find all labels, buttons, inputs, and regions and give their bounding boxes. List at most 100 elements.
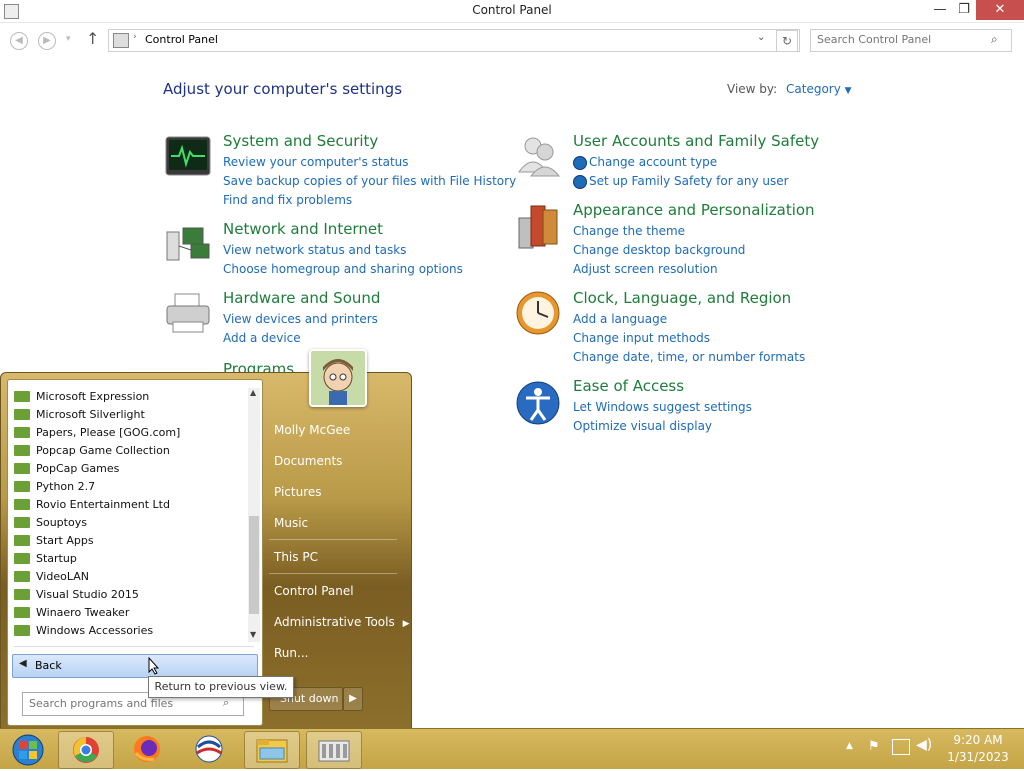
search-input[interactable] <box>811 30 993 49</box>
program-folder[interactable]: Microsoft Silverlight <box>14 406 145 424</box>
program-label: Start Apps <box>36 534 94 547</box>
category-title-network[interactable]: Network and Internet <box>223 220 383 238</box>
administrative-tools-link[interactable]: Administrative Tools ▶ <box>274 615 409 629</box>
users-icon[interactable] <box>515 134 561 178</box>
submenu-arrow-icon: ▶ <box>402 619 410 629</box>
program-folder[interactable]: Winaero Tweaker <box>14 604 129 622</box>
view-by-value: Category <box>786 82 841 96</box>
action-center-flag-icon[interactable]: ⚑ <box>868 739 880 754</box>
link-date-time-formats[interactable]: Change date, time, or number formats <box>573 350 805 364</box>
link-windows-suggest[interactable]: Let Windows suggest settings <box>573 400 752 414</box>
link-family-safety[interactable]: Set up Family Safety for any user <box>589 174 789 188</box>
clock-icon[interactable] <box>515 290 561 335</box>
back-button[interactable]: ◀ Back <box>12 654 258 678</box>
address-bar[interactable]: › Control Panel ⌄ <box>108 29 800 52</box>
link-homegroup[interactable]: Choose homegroup and sharing options <box>223 262 463 276</box>
documents-link[interactable]: Documents <box>274 454 342 468</box>
forward-arrow-icon[interactable]: ▶ <box>38 32 56 50</box>
category-title-clock[interactable]: Clock, Language, and Region <box>573 289 791 307</box>
file-explorer-taskbar-button[interactable] <box>244 731 300 769</box>
link-network-status[interactable]: View network status and tasks <box>223 243 406 257</box>
program-folder[interactable]: Python 2.7 <box>14 478 95 496</box>
clock[interactable]: 9:20 AM 1/31/2023 <box>940 733 1016 764</box>
view-by-dropdown[interactable]: Category ▼ <box>786 82 852 96</box>
link-file-history[interactable]: Save backup copies of your files with Fi… <box>223 174 516 188</box>
volume-icon[interactable]: ◀) <box>916 737 932 753</box>
firefox-taskbar-button[interactable] <box>120 731 174 767</box>
link-find-fix-problems[interactable]: Find and fix problems <box>223 193 352 207</box>
category-title-hardware[interactable]: Hardware and Sound <box>223 289 380 307</box>
link-add-language[interactable]: Add a language <box>573 312 667 326</box>
search-icon[interactable]: ⌕ <box>991 32 998 47</box>
printer-icon[interactable] <box>165 292 211 336</box>
recent-pages-icon[interactable]: ▾ <box>66 34 71 44</box>
maximize-button[interactable]: ❐ <box>952 0 976 20</box>
program-folder[interactable]: Souptoys <box>14 514 87 532</box>
pictures-link[interactable]: Pictures <box>274 485 322 499</box>
program-folder[interactable]: Windows Accessories <box>14 622 153 640</box>
start-button[interactable] <box>2 731 56 767</box>
address-dropdown-icon[interactable]: ⌄ <box>757 32 765 43</box>
system-security-icon[interactable] <box>165 136 211 180</box>
program-folder[interactable]: PopCap Games <box>14 460 119 478</box>
program-folder[interactable]: Rovio Entertainment Ltd <box>14 496 170 514</box>
program-folder[interactable]: Visual Studio 2015 <box>14 586 139 604</box>
scroll-down-arrow-icon[interactable]: ▼ <box>250 630 256 639</box>
appearance-icon[interactable] <box>515 204 561 249</box>
this-pc-link[interactable]: This PC <box>274 550 318 564</box>
link-review-status[interactable]: Review your computer's status <box>223 155 409 169</box>
program-folder[interactable]: Start Apps <box>14 532 94 550</box>
show-hidden-icons-arrow-icon[interactable]: ▲ <box>846 741 853 751</box>
start-orb-icon <box>12 734 44 766</box>
category-title-system-security[interactable]: System and Security <box>223 132 378 150</box>
shutdown-options-arrow-icon[interactable]: ▶ <box>343 687 363 711</box>
category-title-ease-of-access[interactable]: Ease of Access <box>573 377 684 395</box>
program-label: Microsoft Expression <box>36 390 150 403</box>
minimize-button[interactable]: — <box>928 0 952 20</box>
run-link[interactable]: Run... <box>274 646 308 660</box>
program-label: Souptoys <box>36 516 87 529</box>
user-name-link[interactable]: Molly McGee <box>274 423 350 437</box>
music-link[interactable]: Music <box>274 516 308 530</box>
refresh-icon[interactable]: ↻ <box>776 30 798 52</box>
breadcrumb-chevron-icon[interactable]: › <box>133 32 137 42</box>
search-icon[interactable]: ⌕ <box>223 696 229 710</box>
search-box[interactable]: ⌕ <box>810 29 1012 52</box>
folder-icon <box>14 408 30 420</box>
program-list-scrollbar[interactable]: ▲ ▼ <box>248 388 260 642</box>
link-screen-resolution[interactable]: Adjust screen resolution <box>573 262 718 276</box>
program-folder[interactable]: Startup <box>14 550 77 568</box>
network-icon[interactable] <box>165 226 211 270</box>
program-folder[interactable]: VideoLAN <box>14 568 89 586</box>
network-tray-icon[interactable] <box>892 739 910 755</box>
up-arrow-icon[interactable]: ↑ <box>86 29 99 48</box>
link-change-theme[interactable]: Change the theme <box>573 224 685 238</box>
program-label: Popcap Game Collection <box>36 444 170 457</box>
program-folder[interactable]: Microsoft Expression <box>14 388 149 406</box>
link-desktop-background[interactable]: Change desktop background <box>573 243 745 257</box>
link-input-methods[interactable]: Change input methods <box>573 331 710 345</box>
chrome-taskbar-button[interactable] <box>58 731 114 769</box>
category-title-appearance[interactable]: Appearance and Personalization <box>573 201 815 219</box>
navigation-bar: ◀ ▶ ▾ ↑ › Control Panel ⌄ ↻ ⌕ <box>0 26 1024 54</box>
folder-icon <box>14 606 30 618</box>
folder-icon <box>14 516 30 528</box>
link-change-account-type[interactable]: Change account type <box>589 155 717 169</box>
category-title-user-accounts[interactable]: User Accounts and Family Safety <box>573 132 819 150</box>
scroll-up-arrow-icon[interactable]: ▲ <box>250 388 256 397</box>
back-arrow-icon[interactable]: ◀ <box>10 32 28 50</box>
scrollbar-thumb[interactable] <box>249 516 259 614</box>
breadcrumb[interactable]: Control Panel <box>145 33 218 46</box>
program-folder[interactable]: Popcap Game Collection <box>14 442 170 460</box>
program-folder[interactable]: Papers, Please [GOG.com] <box>14 424 180 442</box>
close-button[interactable]: ✕ <box>976 0 1024 20</box>
view-by-label: View by: <box>727 82 778 96</box>
app-taskbar-button[interactable] <box>182 731 236 767</box>
ease-of-access-icon[interactable] <box>515 380 561 425</box>
link-add-device[interactable]: Add a device <box>223 331 301 345</box>
link-optimize-display[interactable]: Optimize visual display <box>573 419 712 433</box>
user-avatar[interactable] <box>309 349 367 407</box>
control-panel-taskbar-button[interactable] <box>306 731 362 769</box>
control-panel-link[interactable]: Control Panel <box>274 584 354 598</box>
link-devices-printers[interactable]: View devices and printers <box>223 312 378 326</box>
